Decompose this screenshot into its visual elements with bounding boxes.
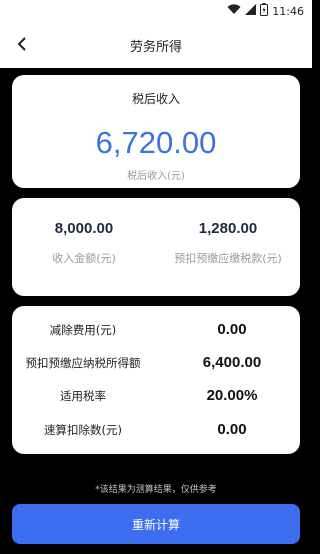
after-tax-title: 税后收入 (131, 92, 180, 106)
tax-label: 预扣预缴应缴税款(元) (174, 252, 282, 265)
detail-row-deduction: 减除费用(元) 0.00 (12, 320, 300, 340)
detail-label: 减除费用(元) (49, 323, 117, 337)
status-bar: 11:46 (0, 0, 312, 22)
recalculate-button[interactable]: 重新计算 (12, 504, 300, 544)
detail-value: 6,400.00 (202, 354, 262, 371)
page-title: 劳务所得 (129, 40, 182, 55)
detail-label: 适用税率 (60, 389, 106, 403)
tax-column: 1,280.00 预扣预缴应缴税款(元) (156, 220, 300, 266)
app-header: 劳务所得 (0, 22, 312, 68)
after-tax-unit-label: 税后收入(元) (127, 171, 185, 182)
detail-label: 预扣预缴应纳税所得额 (25, 356, 141, 370)
signal-icon (245, 4, 257, 18)
tax-value: 1,280.00 (198, 220, 258, 237)
after-tax-amount: 6,720.00 (95, 125, 217, 160)
wifi-icon (227, 4, 241, 18)
detail-value: 0.00 (217, 421, 247, 438)
detail-label: 速算扣除数(元) (44, 423, 122, 437)
detail-row-tax-rate: 适用税率 20.00% (12, 386, 300, 406)
status-time: 11:46 (272, 4, 304, 18)
detail-value: 20.00% (206, 387, 258, 404)
detail-value: 0.00 (217, 321, 247, 338)
after-tax-card: 税后收入 6,720.00 税后收入(元) (12, 75, 300, 188)
details-card: 减除费用(元) 0.00 预扣预缴应纳税所得额 6,400.00 适用税率 20… (12, 306, 300, 454)
detail-row-taxable-income: 预扣预缴应纳税所得额 6,400.00 (12, 353, 300, 373)
income-column: 8,000.00 收入金额(元) (12, 220, 156, 266)
income-value: 8,000.00 (54, 220, 114, 237)
disclaimer-text: *该结果为测算结果，仅供参考 (95, 485, 217, 495)
summary-card: 8,000.00 收入金额(元) 1,280.00 预扣预缴应缴税款(元) (12, 198, 300, 296)
income-label: 收入金额(元) (52, 252, 116, 265)
battery-icon (260, 3, 269, 19)
detail-row-quick-deduction: 速算扣除数(元) 0.00 (12, 420, 300, 440)
